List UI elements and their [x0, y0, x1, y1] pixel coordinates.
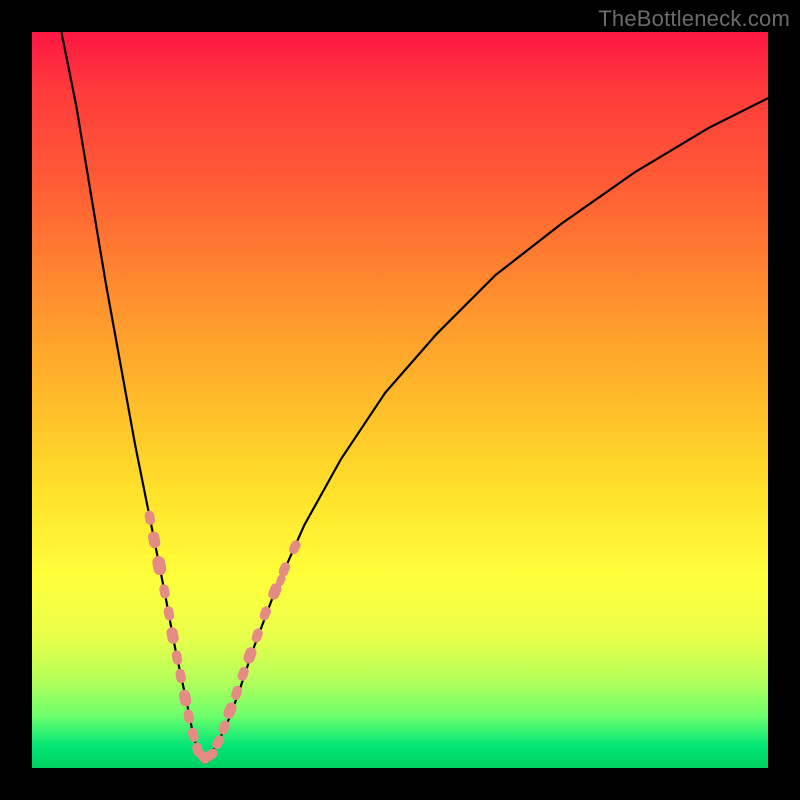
curve-svg: [32, 32, 768, 768]
data-bead: [178, 689, 192, 708]
data-bead: [250, 627, 264, 644]
bottleneck-curve: [61, 32, 768, 757]
data-bead: [175, 668, 187, 684]
data-bead: [158, 583, 170, 599]
data-bead: [144, 510, 156, 526]
data-bead: [222, 701, 239, 721]
data-bead: [217, 719, 231, 736]
data-bead: [242, 646, 258, 666]
data-bead: [183, 708, 195, 724]
outer-frame: TheBottleneck.com: [0, 0, 800, 800]
data-bead: [151, 555, 167, 576]
plot-area: [32, 32, 768, 768]
data-bead: [171, 650, 183, 666]
data-bead: [163, 605, 175, 621]
bead-group: [144, 510, 303, 766]
data-bead: [211, 734, 226, 751]
watermark-text: TheBottleneck.com: [598, 6, 790, 32]
data-bead: [287, 539, 302, 556]
data-bead: [147, 530, 161, 549]
data-bead: [187, 727, 200, 743]
data-bead: [258, 605, 272, 622]
data-bead: [165, 626, 179, 645]
